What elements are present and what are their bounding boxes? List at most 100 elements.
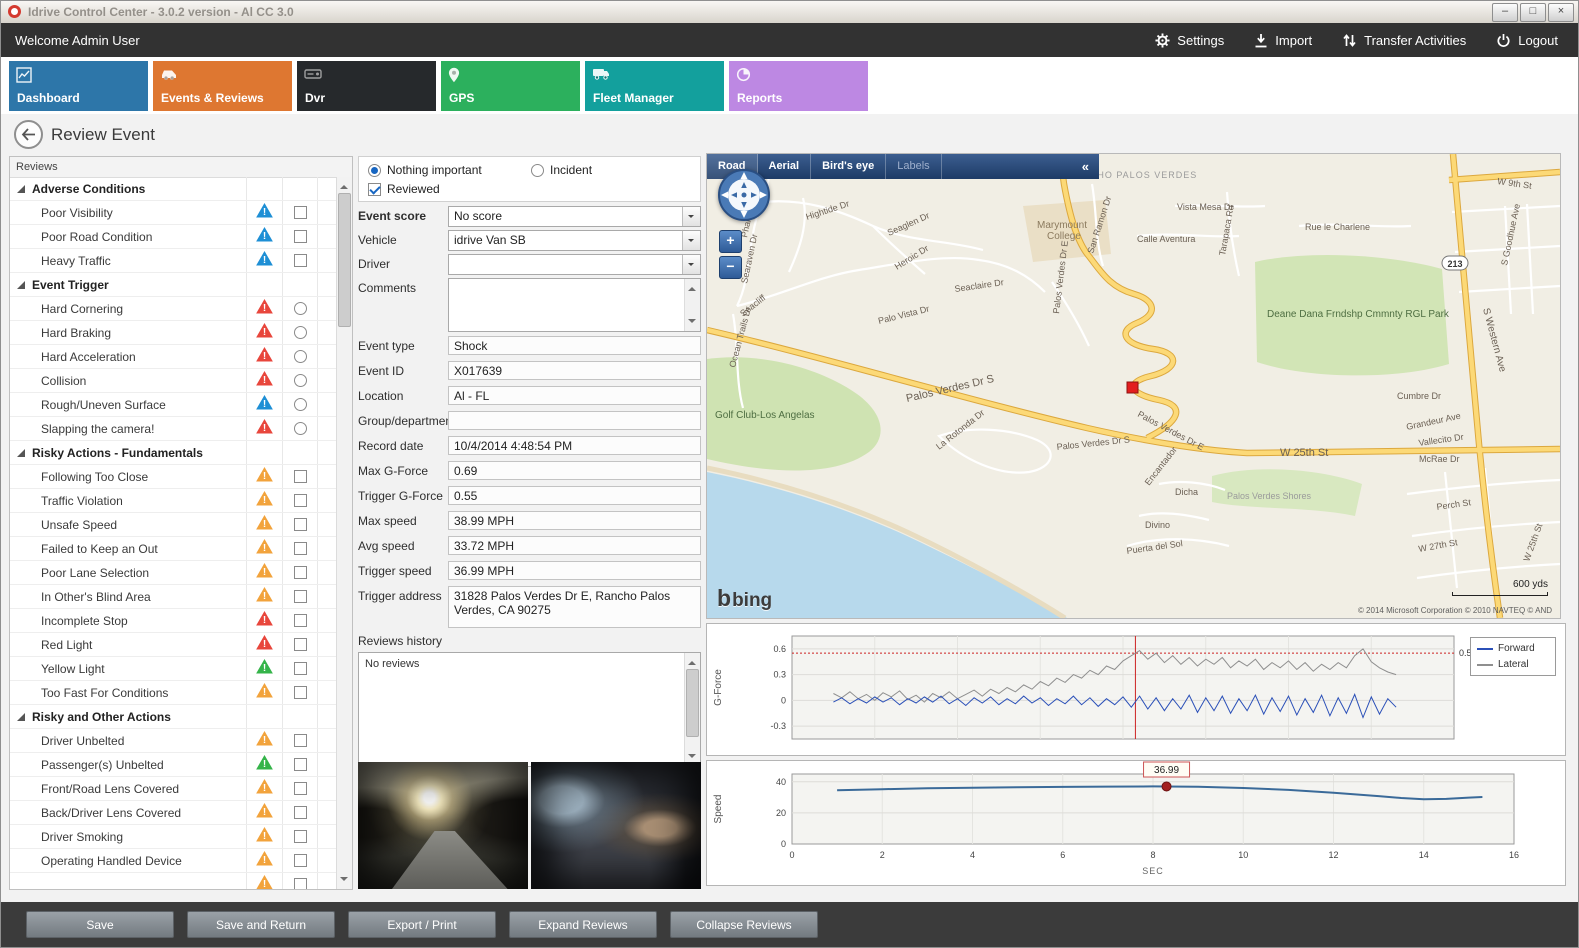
review-checkbox[interactable] [294, 566, 307, 579]
review-checkbox[interactable] [294, 494, 307, 507]
review-checkbox[interactable] [294, 230, 307, 243]
avg-speed-field[interactable]: 33.72 MPH [448, 536, 701, 555]
review-checkbox[interactable] [294, 518, 307, 531]
tab-fleet-manager[interactable]: Fleet Manager [585, 61, 724, 111]
menubar-logout-button[interactable]: Logout [1496, 33, 1558, 48]
driver-camera-thumbnail[interactable] [531, 762, 701, 889]
scrollbar-up-icon[interactable] [685, 279, 700, 294]
zoom-out-button[interactable]: − [719, 256, 742, 279]
vehicle-select[interactable]: idrive Van SB [448, 230, 701, 251]
comments-textarea[interactable] [448, 278, 701, 332]
scrollbar-down-icon[interactable] [685, 316, 700, 331]
map-collapse-button[interactable]: « [1072, 159, 1099, 174]
event-type-field[interactable]: Shock [448, 336, 701, 355]
map-view-labels[interactable]: Labels [886, 154, 941, 179]
review-radio[interactable] [294, 302, 307, 315]
review-item-row[interactable]: Hard Cornering! [10, 297, 337, 321]
review-item-row[interactable]: ! [10, 873, 337, 889]
menubar-import-button[interactable]: Import [1254, 33, 1312, 48]
review-checkbox[interactable] [294, 758, 307, 771]
review-checkbox[interactable] [294, 206, 307, 219]
save-and-return-button[interactable]: Save and Return [187, 911, 335, 938]
nothing-important-radio[interactable]: Nothing important [368, 163, 482, 177]
review-checkbox[interactable] [294, 878, 307, 889]
review-checkbox[interactable] [294, 542, 307, 555]
review-checkbox[interactable] [294, 734, 307, 747]
max-g-force-field[interactable]: 0.69 [448, 461, 701, 480]
review-item-row[interactable]: Red Light! [10, 633, 337, 657]
location-field[interactable]: Al - FL [448, 386, 701, 405]
review-checkbox[interactable] [294, 254, 307, 267]
review-item-row[interactable]: Slapping the camera!! [10, 417, 337, 441]
event-score-select[interactable]: No score [448, 206, 701, 227]
max-speed-field[interactable]: 38.99 MPH [448, 511, 701, 530]
reviews-history-scrollbar[interactable] [684, 653, 700, 766]
review-item-row[interactable]: Unsafe Speed! [10, 513, 337, 537]
event-id-field[interactable]: X017639 [448, 361, 701, 380]
review-item-row[interactable]: Front/Road Lens Covered! [10, 777, 337, 801]
review-group-row[interactable]: Risky and Other Actions [10, 705, 337, 729]
map-view-bird-s-eye[interactable]: Bird's eye [811, 154, 886, 179]
review-item-row[interactable]: Operating Handled Device! [10, 849, 337, 873]
review-item-row[interactable]: Failed to Keep an Out! [10, 537, 337, 561]
trigger-speed-field[interactable]: 36.99 MPH [448, 561, 701, 580]
incident-radio[interactable]: Incident [531, 163, 592, 177]
review-checkbox[interactable] [294, 806, 307, 819]
tab-gps[interactable]: GPS [441, 61, 580, 111]
review-checkbox[interactable] [294, 782, 307, 795]
tab-dashboard[interactable]: Dashboard [9, 61, 148, 111]
menubar-settings-button[interactable]: Settings [1155, 33, 1224, 48]
review-item-row[interactable]: Hard Braking! [10, 321, 337, 345]
review-group-row[interactable]: Adverse Conditions [10, 177, 337, 201]
scrollbar-thumb[interactable] [338, 193, 351, 327]
tree-expand-icon[interactable] [17, 281, 25, 289]
review-radio[interactable] [294, 350, 307, 363]
scrollbar-down-icon[interactable] [337, 874, 352, 889]
group-department-field[interactable] [448, 411, 701, 430]
record-date-field[interactable]: 10/4/2014 4:48:54 PM [448, 436, 701, 455]
review-checkbox[interactable] [294, 638, 307, 651]
review-item-row[interactable]: Driver Unbelted! [10, 729, 337, 753]
review-checkbox[interactable] [294, 470, 307, 483]
review-item-row[interactable]: Too Fast For Conditions! [10, 681, 337, 705]
zoom-in-button[interactable]: + [719, 230, 742, 253]
review-item-row[interactable]: Poor Road Condition! [10, 225, 337, 249]
review-radio[interactable] [294, 398, 307, 411]
close-button[interactable]: × [1548, 3, 1574, 22]
review-radio[interactable] [294, 422, 307, 435]
review-item-row[interactable]: Passenger(s) Unbelted! [10, 753, 337, 777]
tab-reports[interactable]: Reports [729, 61, 868, 111]
scrollbar-up-icon[interactable] [337, 177, 352, 192]
speed-marker-dot[interactable] [1162, 782, 1171, 791]
tab-events-reviews[interactable]: Events & Reviews [153, 61, 292, 111]
review-item-row[interactable]: Poor Lane Selection! [10, 561, 337, 585]
map-panel[interactable]: EAST RANCHO PALOS VERDESMarymountCollege… [706, 153, 1561, 619]
trigger-g-force-field[interactable]: 0.55 [448, 486, 701, 505]
scrollbar-up-icon[interactable] [685, 653, 700, 668]
review-checkbox[interactable] [294, 830, 307, 843]
event-location-marker[interactable] [1127, 382, 1138, 393]
review-item-row[interactable]: Hard Acceleration! [10, 345, 337, 369]
map-canvas[interactable]: EAST RANCHO PALOS VERDESMarymountCollege… [707, 154, 1560, 618]
trigger-address-field[interactable]: 31828 Palos Verdes Dr E, Rancho Palos Ve… [448, 586, 701, 628]
driver-select[interactable] [448, 254, 701, 275]
review-group-row[interactable]: Event Trigger [10, 273, 337, 297]
tab-dvr[interactable]: Dvr [297, 61, 436, 111]
review-checkbox[interactable] [294, 662, 307, 675]
back-button[interactable] [14, 120, 43, 149]
review-checkbox[interactable] [294, 686, 307, 699]
review-item-row[interactable]: Collision! [10, 369, 337, 393]
review-item-row[interactable]: Yellow Light! [10, 657, 337, 681]
front-camera-thumbnail[interactable] [358, 762, 528, 889]
review-item-row[interactable]: Driver Smoking! [10, 825, 337, 849]
reviews-history-list[interactable]: No reviews [358, 652, 701, 767]
save-button[interactable]: Save [26, 911, 174, 938]
export-print-button[interactable]: Export / Print [348, 911, 496, 938]
review-item-row[interactable]: Traffic Violation! [10, 489, 337, 513]
menubar-transfer-activities-button[interactable]: Transfer Activities [1342, 33, 1466, 48]
review-item-row[interactable]: Rough/Uneven Surface! [10, 393, 337, 417]
tree-expand-icon[interactable] [17, 713, 25, 721]
review-item-row[interactable]: Incomplete Stop! [10, 609, 337, 633]
tree-expand-icon[interactable] [17, 449, 25, 457]
collapse-reviews-button[interactable]: Collapse Reviews [670, 911, 818, 938]
